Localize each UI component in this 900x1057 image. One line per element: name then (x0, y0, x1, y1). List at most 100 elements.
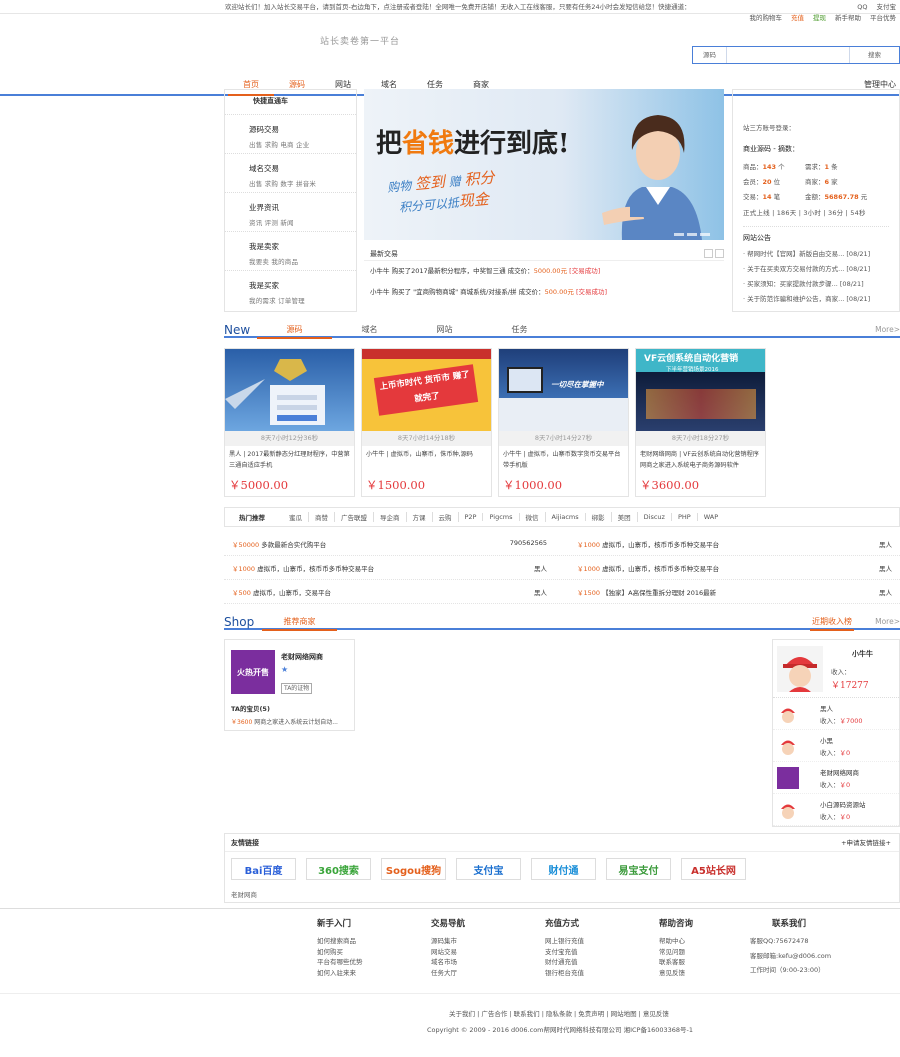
notice-item[interactable]: · 关于防范诈骗和维护公告，商家... [08/21] (743, 293, 889, 303)
hot-list-item[interactable]: ￥1000 虚拟币，山寨币，核币币多币种交易平台 黑人 (224, 563, 555, 573)
product-desc[interactable]: 黑人 | 2017最新静态分红理财程序，中营第三通自适应手机 (225, 446, 354, 476)
rank-top[interactable]: 小牛牛 收入： ￥17277 (773, 640, 899, 698)
notice-item[interactable]: · 买家须知：买家提款付款步骤... [08/21] (743, 278, 889, 288)
rank-item[interactable]: 小黑 收入：￥0 (773, 730, 899, 762)
merchant-card[interactable]: 火热开售 老财网络网商 ★ TA的证物 TA的宝贝(5) ￥3600 网商之家进… (224, 639, 355, 731)
search-input[interactable] (727, 47, 849, 63)
deal-item[interactable]: 小牛牛 购买了2017最新积分程序，中奖智三通 成交价：5000.00元 [交易… (364, 261, 724, 282)
footer-link[interactable]: 常见问题 (659, 947, 693, 958)
footer-link[interactable]: 如何入驻来来 (317, 968, 363, 979)
category-name[interactable]: 域名交易 (249, 163, 356, 174)
footer-link[interactable]: 网站交易 (431, 947, 465, 958)
product-card[interactable]: VF云创系统自动化营销 下半年营销场景2016 8天7小时18分27秒 老财网络… (635, 348, 766, 497)
category-name[interactable]: 业界资讯 (249, 202, 356, 213)
hot-keyword[interactable]: 方课 (407, 512, 433, 522)
footer-link[interactable]: 如何购买 (317, 947, 363, 958)
category-item[interactable]: 域名交易 出售 求购 数字 拼音米 (225, 153, 356, 192)
prev-arrow-icon[interactable] (704, 249, 713, 258)
rank-item[interactable]: 老财网络网商 收入：￥0 (773, 762, 899, 794)
rank-name[interactable]: 老财网络网商 (820, 767, 859, 777)
promo-banner[interactable]: 把省钱进行到底! 购物 签到 赠 积分 积分可以抵现金 (364, 89, 724, 240)
rank-name[interactable]: 黑人 (820, 703, 833, 713)
hot-keyword[interactable]: 绑影 (586, 512, 612, 522)
product-card[interactable]: 8天7小时12分36秒 黑人 | 2017最新静态分红理财程序，中营第三通自适应… (224, 348, 355, 497)
category-item[interactable]: 源码交易出售 求购 电商 企业 (225, 114, 356, 153)
product-card[interactable]: 上币市时代 货币市 赚了 就完了 8天7小时14分18秒 小牛牛 | 虚拟币，山… (361, 348, 492, 497)
rank-item[interactable]: 黑人 收入：￥7000 (773, 698, 899, 730)
rank-name[interactable]: 小白源码资源站 (820, 799, 866, 809)
sogou-logo[interactable]: Sogou搜狗 (381, 858, 446, 880)
search-button[interactable]: 搜索 (849, 47, 899, 63)
friend-text-link[interactable]: 老财网商 (231, 889, 257, 899)
hot-list-item[interactable]: ￥50000 多款最新合实代购平台 790562565 (224, 539, 555, 549)
banner-pager[interactable] (674, 233, 710, 236)
baidu-logo[interactable]: Bai百度 (231, 858, 296, 880)
hot-keyword[interactable]: Pigcms (483, 513, 520, 521)
product-desc[interactable]: 小牛牛 | 虚拟币，山寨币数字货币交易平台带手机版 (499, 446, 628, 476)
footer-link[interactable]: 联系客服 (659, 957, 693, 968)
footer-link[interactable]: 网上银行充值 (545, 936, 584, 947)
hot-keyword[interactable]: 广告联盟 (335, 512, 374, 522)
category-name[interactable]: 我是卖家 (249, 241, 356, 252)
footer-link[interactable]: 域名市场 (431, 957, 465, 968)
tab-domain[interactable]: 域名 (332, 322, 407, 339)
hot-keyword[interactable]: WAP (698, 513, 724, 521)
hot-keyword[interactable]: 微信 (520, 512, 546, 522)
product-image[interactable]: 上币市时代 货币市 赚了 就完了 (362, 349, 491, 431)
tab-income-rank[interactable]: 近期收入榜 (810, 614, 854, 631)
category-item[interactable]: 我是买家我的需求 订单管理 (225, 270, 356, 309)
footer-link[interactable]: 银行柜台充值 (545, 968, 584, 979)
footer-link[interactable]: 平台有哪些优势 (317, 957, 363, 968)
360-logo[interactable]: 360搜索 (306, 858, 371, 880)
alipay-logo[interactable]: 支付宝 (456, 858, 521, 880)
rank-item[interactable]: 小白源码资源站 收入：￥0 (773, 794, 899, 826)
apply-link[interactable]: +申请友情链接+ (841, 834, 891, 852)
tenpay-logo[interactable]: 财付通 (531, 858, 596, 880)
tab-task[interactable]: 任务 (482, 322, 557, 339)
product-image[interactable]: 一切尽在掌握中 (499, 349, 628, 431)
merchant-tag[interactable]: TA的证物 (281, 683, 313, 694)
yeepay-logo[interactable]: 易宝支付 (606, 858, 671, 880)
product-desc[interactable]: 老财网络网商 | VF云创系统自动化营销程序网商之家进入系统电子商务源码软件 (636, 446, 765, 476)
hot-keyword[interactable]: P2P (459, 513, 484, 521)
category-subs[interactable]: 资讯 评测 新闻 (249, 217, 356, 227)
product-desc[interactable]: 小牛牛 | 虚拟币，山寨币，侏币种,源码 (362, 446, 491, 476)
a5-logo[interactable]: A5站长网 (681, 858, 746, 880)
category-subs[interactable]: 出售 求购 电商 企业 (249, 139, 356, 149)
notice-item[interactable]: · 帮网时代【官网】新版自由交易... [08/21] (743, 248, 889, 258)
footer-link[interactable]: 财付通充值 (545, 957, 584, 968)
bottom-links[interactable]: 关于我们 | 广告合作 | 联系我们 | 隐私条款 | 免责声明 | 网站地图 … (449, 1008, 669, 1018)
rank-name[interactable]: 小黑 (820, 735, 833, 745)
category-name[interactable]: 我是买家 (249, 280, 356, 291)
search-type-select[interactable]: 源码 (693, 47, 727, 63)
footer-link[interactable]: 帮助中心 (659, 936, 693, 947)
rank-name[interactable]: 小牛牛 (852, 649, 873, 659)
shop-more-link[interactable]: More> (875, 614, 900, 630)
category-item[interactable]: 业界资讯资讯 评测 新闻 (225, 192, 356, 231)
hot-keyword[interactable]: Aijiacms (546, 513, 586, 521)
hot-keyword[interactable]: 美团 (612, 512, 638, 522)
hot-keyword[interactable]: 云购 (433, 512, 459, 522)
hot-keyword[interactable]: 商赞 (309, 512, 335, 522)
product-image[interactable]: VF云创系统自动化营销 下半年营销场景2016 (636, 349, 765, 431)
category-subs[interactable]: 我要卖 我的商品 (249, 256, 356, 266)
tab-source[interactable]: 源码 (257, 322, 332, 339)
merchant-item[interactable]: ￥3600 网商之家进入系统云计划自动... (231, 717, 354, 726)
hot-keyword[interactable]: 蜜瓜 (283, 512, 309, 522)
alipay-link[interactable]: 支付宝 (877, 0, 897, 14)
tab-website[interactable]: 网站 (407, 322, 482, 339)
deal-item[interactable]: 小牛牛 购买了 "宜商购物商城" 商城系统/对接系/拼 成交价：500.00元 … (364, 282, 724, 303)
footer-link[interactable]: 支付宝充值 (545, 947, 584, 958)
footer-link[interactable]: 意见反馈 (659, 968, 693, 979)
next-arrow-icon[interactable] (715, 249, 724, 258)
qq-link[interactable]: QQ (857, 0, 867, 14)
hot-keyword[interactable]: PHP (672, 513, 698, 521)
product-image[interactable] (225, 349, 354, 431)
tab-recommended-merchants[interactable]: 推荐商家 (262, 614, 337, 631)
category-name[interactable]: 源码交易 (249, 124, 356, 135)
product-card[interactable]: 一切尽在掌握中 8天7小时14分27秒 小牛牛 | 虚拟币，山寨币数字货币交易平… (498, 348, 629, 497)
category-item[interactable]: 我是卖家我要卖 我的商品 (225, 231, 356, 270)
footer-link[interactable]: 源码集市 (431, 936, 465, 947)
category-subs[interactable]: 我的需求 订单管理 (249, 295, 356, 305)
notice-item[interactable]: · 关于在买卖双方交易付款的方式... [08/21] (743, 263, 889, 273)
